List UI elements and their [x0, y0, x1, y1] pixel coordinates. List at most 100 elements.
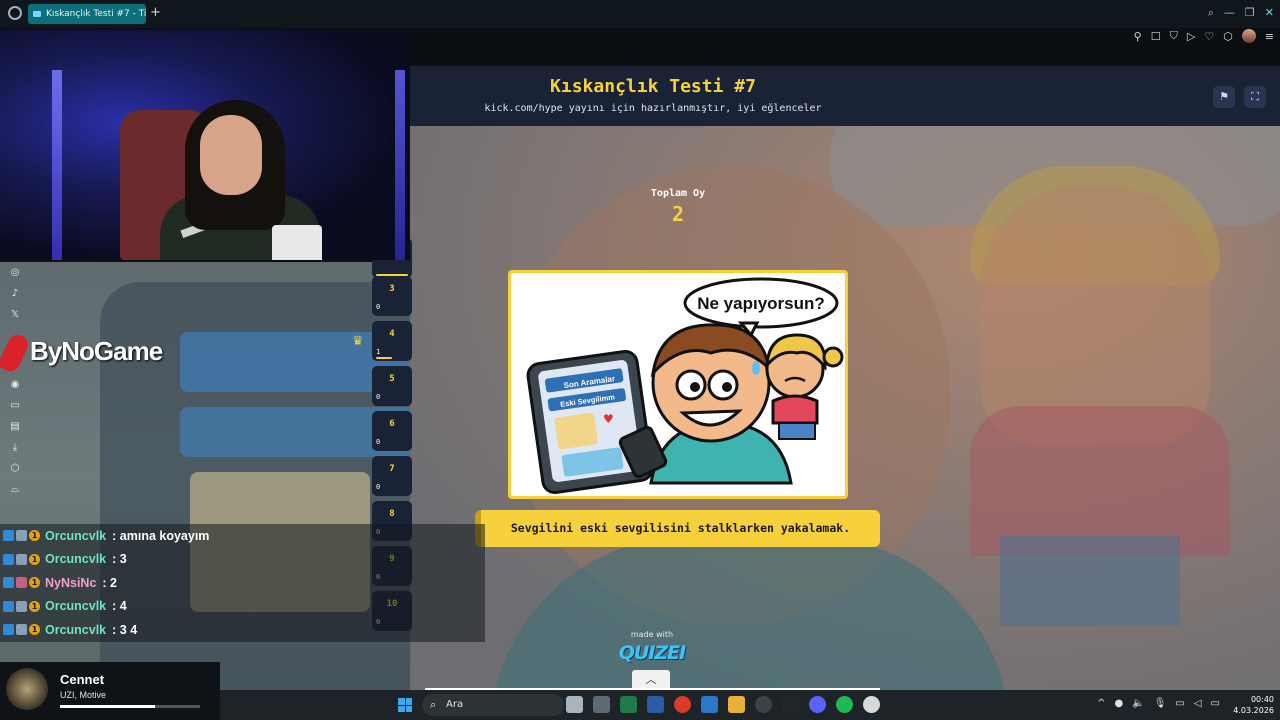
tier-number: 4 [389, 329, 395, 339]
tiktok-icon[interactable]: ♪ [12, 283, 18, 304]
display-icon[interactable]: ▭ [1175, 698, 1184, 709]
discord-icon[interactable]: ◉ [11, 374, 20, 395]
obs-icon[interactable] [755, 696, 772, 713]
restore-icon[interactable]: ❐ [1245, 6, 1255, 20]
controller-icon[interactable]: ⌓ [11, 479, 19, 500]
chevron-up-icon[interactable]: ^ [1097, 698, 1105, 709]
profile-avatar[interactable] [1241, 29, 1256, 43]
word-icon[interactable] [647, 696, 664, 713]
chat-username[interactable]: Orcuncvlk [45, 552, 106, 566]
chat-text: : 3 [112, 552, 127, 567]
minimize-icon[interactable]: — [1224, 6, 1235, 20]
quizei-logo[interactable]: QUIZEI [610, 642, 694, 664]
total-votes-count: 2 [671, 202, 685, 226]
close-icon[interactable]: ✕ [1265, 6, 1274, 20]
excel-icon[interactable] [620, 696, 637, 713]
girl-shirt [771, 394, 819, 425]
window-controls: ⌕ — ❐ ✕ [1208, 6, 1274, 20]
download-icon[interactable]: ⤓ [13, 437, 17, 458]
windows-start-icon[interactable] [398, 698, 412, 712]
chat-username[interactable]: Orcuncvlk [45, 599, 106, 613]
chat-username[interactable]: NyNsiNc [45, 576, 96, 590]
kick-badge-icon [3, 577, 14, 589]
chat-username[interactable]: Orcuncvlk [45, 623, 106, 637]
fullscreen-button[interactable]: ⛶ [1244, 86, 1266, 108]
folder-icon[interactable] [728, 696, 745, 713]
puzzle-icon[interactable]: ⬡ [11, 458, 20, 479]
settings-icon[interactable] [593, 696, 610, 713]
page-subtitle: kick.com/hype yayını için hazırlanmıştır… [484, 103, 822, 114]
menu-icon[interactable]: ≡ [1265, 30, 1274, 43]
tier-vote-count: 1 [376, 348, 381, 356]
system-tray: ^ ● 🔈 🎙 ▭ ◁ ▭ [1097, 698, 1220, 709]
speaker-icon[interactable]: ◁ [1194, 698, 1202, 709]
volume-icon[interactable]: 🔈 [1132, 698, 1144, 709]
instagram-icon[interactable]: ◎ [11, 262, 20, 283]
crown-icon: ♛ [352, 334, 364, 349]
tier-box[interactable]: 50 [372, 366, 412, 406]
total-votes-label: Toplam Oy [650, 188, 706, 199]
made-with-label: made with [630, 630, 674, 639]
bg-girl-pants [1000, 536, 1180, 626]
x-icon[interactable]: 𝕏 [11, 304, 19, 325]
streamer-face [200, 115, 262, 195]
browser-logo-icon[interactable] [8, 6, 22, 20]
bookmark-icon[interactable]: ☐ [1151, 30, 1161, 43]
cup [272, 225, 322, 260]
browser-toolbar: ⚲ ☐ ⛉ ▷ ♡ ⬡ ≡ [1134, 28, 1274, 44]
boy-pupil-left [690, 382, 700, 392]
tier-box[interactable]: 60 [372, 411, 412, 451]
opera-icon[interactable] [674, 696, 691, 713]
chat-text: : amına koyayım [112, 528, 210, 543]
play-icon[interactable]: ▷ [1187, 30, 1195, 43]
new-tab-button[interactable]: + [150, 6, 161, 20]
tier-vote-count: 0 [376, 303, 381, 311]
led-light-left [52, 70, 62, 260]
pin-icon[interactable]: ⚲ [1134, 30, 1142, 43]
kick-badge-icon [3, 624, 14, 636]
chat-message: 1 NyNsiNc: 2 [0, 571, 485, 595]
browser-tab-active[interactable]: Kıskançlık Testi #7 - Tier L [28, 4, 146, 24]
document-icon[interactable]: ▤ [10, 416, 19, 437]
kick-badge-icon [3, 600, 14, 612]
extensions-icon[interactable]: ⬡ [1223, 30, 1233, 43]
chat-username[interactable]: Orcuncvlk [45, 529, 106, 543]
chat-text: : 2 [102, 575, 118, 590]
shield-icon[interactable]: ⛉ [1170, 29, 1178, 43]
taskbar-search-placeholder: Ara [446, 699, 464, 710]
taskview-icon[interactable] [566, 696, 583, 713]
microphone-icon[interactable]: 🎙 [1154, 698, 1167, 709]
tray-app-icon[interactable]: ● [1115, 698, 1124, 709]
scroll-up-button[interactable]: ︿ [632, 670, 670, 690]
clock[interactable]: 00:40 4.03.2026 [1233, 694, 1274, 716]
chat-message: 1 Orcuncvlk: 4 [0, 594, 485, 618]
search-icon[interactable]: ⌕ [1208, 6, 1214, 20]
taskbar-search[interactable]: ⌕ Ara [422, 694, 564, 716]
report-flag-button[interactable]: ⚑ [1213, 86, 1235, 108]
chat-message: 1 Orcuncvlk: 3 4 [0, 618, 485, 642]
song-progress-bar[interactable] [60, 705, 200, 708]
browser-taskbar-icon[interactable] [863, 696, 880, 713]
card-icon[interactable]: ▭ [10, 395, 19, 416]
spotify-icon[interactable] [836, 696, 853, 713]
appletv-icon[interactable] [782, 696, 799, 713]
music-player: Cennet UZI, Motive [0, 662, 220, 720]
discord-taskbar-icon[interactable] [809, 696, 826, 713]
tier-number: 7 [389, 464, 395, 474]
tier-box[interactable]: 41 [372, 321, 412, 361]
tab-title: Kıskançlık Testi #7 - Tier L [46, 9, 146, 19]
subscriber-badge-icon [16, 600, 27, 612]
tier-box[interactable]: 30 [372, 276, 412, 316]
tier-number: 5 [389, 374, 395, 384]
subscriber-badge-icon [16, 530, 27, 542]
heart-icon[interactable]: ♡ [1204, 30, 1214, 43]
mail-icon[interactable] [701, 696, 718, 713]
question-image: Ne yapıyorsun? Son Aramalar Eski Sevgili… [511, 273, 845, 496]
battery-icon[interactable]: ▭ [1211, 698, 1220, 709]
screen: Kıskançlık Testi #7 - Tier L + ⌕ — ❐ ✕ ⚲… [0, 0, 1280, 720]
level-badge-icon: 1 [29, 530, 40, 542]
song-artist: UZI, Motive [60, 690, 107, 700]
chat-message: 1 Orcuncvlk : amına koyayım [0, 524, 485, 548]
tier-box[interactable]: 70 [372, 456, 412, 496]
tier-fill-bar [376, 357, 392, 359]
